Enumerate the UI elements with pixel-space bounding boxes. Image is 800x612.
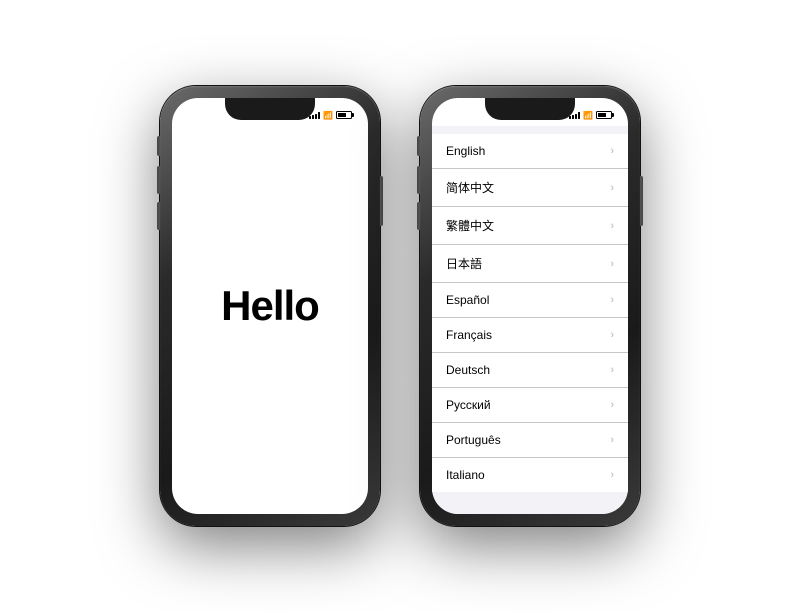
battery-fill-2: [598, 113, 606, 117]
language-item-english[interactable]: English ›: [432, 134, 628, 169]
battery-fill-1: [338, 113, 346, 117]
notch-1: [225, 98, 315, 120]
hello-text: Hello: [221, 282, 319, 330]
language-name-italian: Italiano: [446, 468, 485, 482]
mute-button-2: [417, 136, 420, 156]
signal-bar-2: [312, 115, 314, 119]
language-item-russian[interactable]: Русский ›: [432, 388, 628, 423]
chevron-icon-portuguese: ›: [610, 434, 614, 446]
signal-bar-6: [572, 115, 574, 119]
volume-down-button: [157, 202, 160, 230]
signal-bar-4: [318, 112, 320, 119]
battery-icon-2: [596, 111, 612, 119]
phone-screen-2: 📶 English›简体中文›繁體中文›日本語›Español›Français…: [432, 98, 628, 514]
chevron-icon-french: ›: [610, 329, 614, 341]
chevron-icon-german: ›: [610, 364, 614, 376]
language-name-french: Français: [446, 328, 492, 342]
signal-bar-8: [578, 112, 580, 119]
language-item-french[interactable]: Français ›: [432, 318, 628, 353]
chevron-icon-japanese: ›: [610, 258, 614, 270]
power-button: [380, 176, 383, 226]
language-name-russian: Русский: [446, 398, 491, 412]
signal-bar-3: [315, 114, 317, 119]
volume-up-button: [157, 166, 160, 194]
wifi-icon-2: 📶: [583, 111, 593, 120]
language-name-portuguese: Português: [446, 433, 501, 447]
wifi-icon-1: 📶: [323, 111, 333, 120]
language-name-german: Deutsch: [446, 363, 490, 377]
signal-bar-1: [309, 116, 311, 119]
language-name-japanese: 日本語: [446, 255, 482, 272]
volume-down-button-2: [417, 202, 420, 230]
chevron-icon-spanish: ›: [610, 294, 614, 306]
language-item-german[interactable]: Deutsch ›: [432, 353, 628, 388]
language-name-english: English: [446, 144, 485, 158]
chevron-icon-simplified-chinese: ›: [610, 182, 614, 194]
phone-hello: 📶 Hello: [160, 86, 380, 526]
battery-icon-1: [336, 111, 352, 119]
language-item-italian[interactable]: Italiano ›: [432, 458, 628, 492]
notch-2: [485, 98, 575, 120]
language-list: English›简体中文›繁體中文›日本語›Español›Français›D…: [432, 134, 628, 492]
signal-bar-5: [569, 116, 571, 119]
signal-bar-7: [575, 114, 577, 119]
language-item-traditional-chinese[interactable]: 繁體中文 ›: [432, 207, 628, 245]
chevron-icon-russian: ›: [610, 399, 614, 411]
power-button-2: [640, 176, 643, 226]
language-name-simplified-chinese: 简体中文: [446, 179, 494, 196]
chevron-icon-italian: ›: [610, 469, 614, 481]
language-name-traditional-chinese: 繁體中文: [446, 217, 494, 234]
language-item-spanish[interactable]: Español ›: [432, 283, 628, 318]
chevron-icon-traditional-chinese: ›: [610, 220, 614, 232]
phone-language: 📶 English›简体中文›繁體中文›日本語›Español›Français…: [420, 86, 640, 526]
status-icons-1: 📶: [309, 111, 352, 120]
language-item-portuguese[interactable]: Português ›: [432, 423, 628, 458]
language-name-spanish: Español: [446, 293, 489, 307]
language-item-simplified-chinese[interactable]: 简体中文 ›: [432, 169, 628, 207]
phone-screen-1: 📶 Hello: [172, 98, 368, 514]
mute-button: [157, 136, 160, 156]
status-icons-2: 📶: [569, 111, 612, 120]
chevron-icon-english: ›: [610, 145, 614, 157]
hello-screen: Hello: [172, 98, 368, 514]
language-screen: English›简体中文›繁體中文›日本語›Español›Français›D…: [432, 126, 628, 514]
volume-up-button-2: [417, 166, 420, 194]
language-item-japanese[interactable]: 日本語 ›: [432, 245, 628, 283]
